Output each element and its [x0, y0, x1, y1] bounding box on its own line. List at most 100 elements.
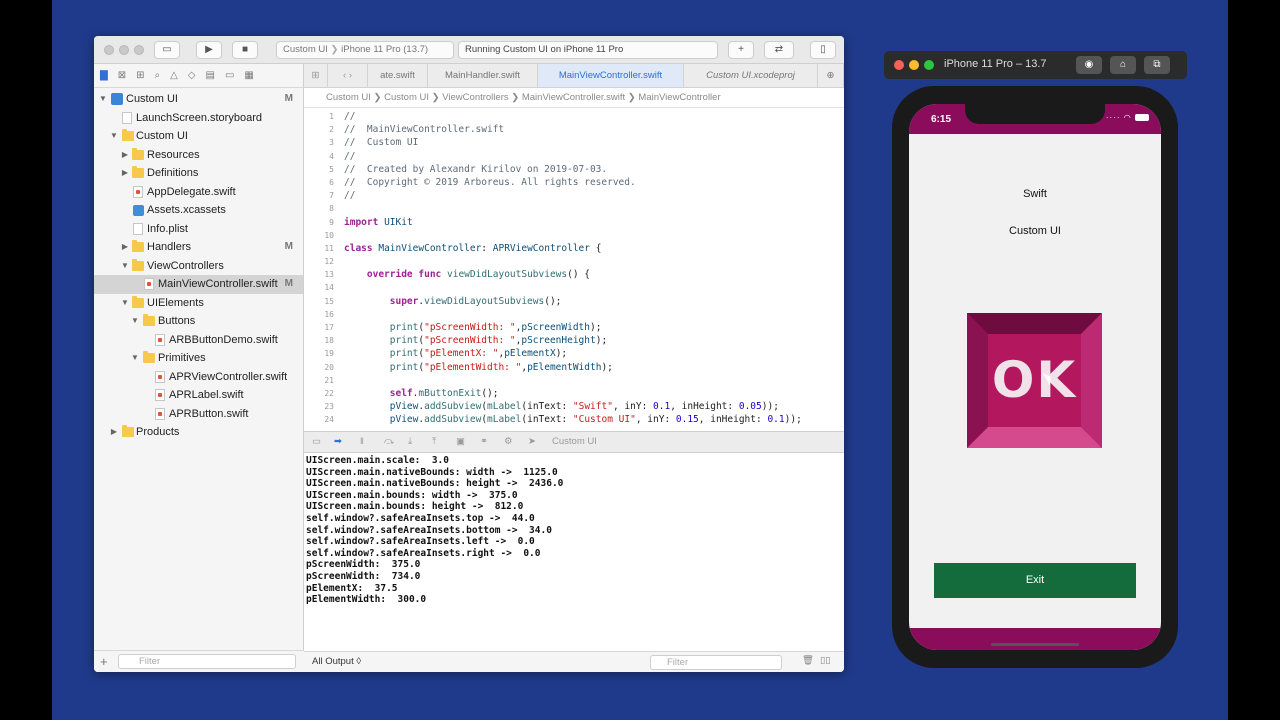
code-line[interactable]: 1 // [304, 110, 844, 123]
code-line[interactable]: 20 print("pElementWidth: ",pElementWidth… [304, 361, 844, 374]
code-line[interactable]: 2 // MainViewController.swift [304, 123, 844, 136]
code-line[interactable]: 4 // [304, 150, 844, 163]
editor-grid-icon[interactable]: ⊞ [304, 64, 328, 87]
disclosure-open-icon[interactable]: ▼ [109, 127, 119, 146]
tab-file-active[interactable]: MainViewController.swift [538, 64, 684, 87]
jumpbar-item[interactable]: MainViewController [638, 92, 720, 103]
toggle-navigator-button[interactable]: ▭ [154, 41, 180, 59]
environment-icon[interactable]: ⚙ [504, 432, 513, 452]
code-line[interactable]: 19 print("pElementX: ",pElementX); [304, 347, 844, 360]
tab-file[interactable]: MainHandler.swift [428, 64, 538, 87]
add-file-button[interactable]: + [100, 654, 108, 669]
tree-row-group[interactable]: ▼ Buttons [94, 312, 303, 331]
disclosure-closed-icon[interactable]: ▶ [120, 146, 130, 165]
stop-button[interactable]: ■ [232, 41, 258, 59]
code-line[interactable]: 6 // Copyright © 2019 Arboreus. All right… [304, 176, 844, 189]
disclosure-closed-icon[interactable]: ▶ [109, 423, 119, 442]
code-line[interactable]: 9 import UIKit [304, 216, 844, 229]
disclosure-closed-icon[interactable]: ▶ [120, 238, 130, 257]
jumpbar-item[interactable]: Custom UI [326, 92, 371, 103]
code-line[interactable]: 15 super.viewDidLayoutSubviews(); [304, 295, 844, 308]
code-line[interactable]: 16 [304, 308, 844, 321]
home-indicator[interactable] [991, 643, 1079, 646]
tree-row-file-selected[interactable]: MainViewController.swift M [94, 275, 303, 294]
tree-row-group[interactable]: ▼ Custom UI [94, 127, 303, 146]
code-line[interactable]: 17 print("pScreenWidth: ",pScreenWidth); [304, 321, 844, 334]
code-line[interactable]: 8 [304, 202, 844, 215]
add-editor-icon[interactable]: ⊕ [818, 64, 844, 87]
tree-row-group[interactable]: ▶ Definitions [94, 164, 303, 183]
tree-row-file[interactable]: APRButton.swift [94, 405, 303, 424]
code-line[interactable]: 3 // Custom UI [304, 136, 844, 149]
tree-row-file[interactable]: AppDelegate.swift [94, 183, 303, 202]
report-icon[interactable]: ▦ [244, 70, 253, 81]
jumpbar-item[interactable]: Custom UI [384, 92, 429, 103]
console-output[interactable]: UIScreen.main.scale: 3.0 UIScreen.main.na… [304, 453, 844, 651]
hide-debug-icon[interactable]: ▭ [312, 432, 321, 452]
code-line[interactable]: 18 print("pScreenWidth: ",pScreenHeight)… [304, 334, 844, 347]
tree-row-group[interactable]: ▶ Handlers M [94, 238, 303, 257]
code-line[interactable]: 5 // Created by Alexandr Kirilov on 2019-… [304, 163, 844, 176]
code-line[interactable]: 12 [304, 255, 844, 268]
search-icon[interactable]: ⌕ [154, 70, 160, 81]
code-review-button[interactable]: ⇄ [764, 41, 794, 59]
exit-button[interactable]: Exit [934, 563, 1136, 598]
code-line[interactable]: 13 override func viewDidLayoutSubviews()… [304, 268, 844, 281]
symbol-icon[interactable]: ⊞ [136, 70, 144, 81]
disclosure-open-icon[interactable]: ▼ [120, 257, 130, 276]
run-button[interactable]: ▶ [196, 41, 222, 59]
tab-file[interactable]: ate.swift [368, 64, 428, 87]
minimize-window-button[interactable] [119, 45, 129, 55]
zoom-window-button[interactable] [924, 60, 934, 70]
code-area[interactable]: 1 // 2 // MainViewController.swift 3 // Custo… [304, 108, 844, 427]
toggle-inspector-button[interactable]: ▯ [810, 41, 836, 59]
code-line[interactable]: 14 [304, 281, 844, 294]
view-debugger-icon[interactable]: ▣ [456, 432, 465, 452]
code-line[interactable]: 22 self.mButtonExit(); [304, 387, 844, 400]
disclosure-closed-icon[interactable]: ▶ [120, 164, 130, 183]
code-line[interactable]: 24 pView.addSubview(mLabel(inText: "Cust… [304, 413, 844, 426]
close-window-button[interactable] [104, 45, 114, 55]
memory-graph-icon[interactable]: ⚭ [480, 432, 488, 452]
pause-icon[interactable]: ‖ [360, 432, 364, 452]
warning-icon[interactable]: △ [170, 70, 178, 81]
code-line[interactable]: 10 [304, 229, 844, 242]
navigator-filter-input[interactable]: Filter [118, 654, 296, 669]
tree-row-group[interactable]: ▶ Resources [94, 146, 303, 165]
zoom-window-button[interactable] [134, 45, 144, 55]
step-over-icon[interactable]: ⤼ [384, 432, 394, 452]
code-line[interactable]: 23 pView.addSubview(mLabel(inText: "Swif… [304, 400, 844, 413]
screenshot-icon[interactable]: ◉ [1076, 56, 1102, 74]
breakpoint-icon[interactable]: ▭ [225, 70, 234, 81]
disclosure-open-icon[interactable]: ▼ [98, 90, 108, 109]
code-line[interactable]: 7 // [304, 189, 844, 202]
split-view-icon[interactable]: ▯▯ [820, 655, 830, 666]
step-out-icon[interactable]: ⤒ [432, 432, 436, 452]
tab-file[interactable]: Custom UI.xcodeproj [684, 64, 818, 87]
jumpbar-item[interactable]: MainViewController.swift [522, 92, 625, 103]
disclosure-open-icon[interactable]: ▼ [130, 349, 140, 368]
step-in-icon[interactable]: ⤓ [408, 432, 412, 452]
code-line[interactable]: 11 class MainViewController: APRViewContr… [304, 242, 844, 255]
test-icon[interactable]: ◇ [188, 70, 196, 81]
tree-row-group[interactable]: ▶ Products [94, 423, 303, 442]
console-filter-input[interactable]: Filter [650, 655, 782, 670]
location-icon[interactable]: ➤ [528, 432, 536, 452]
tree-row-file[interactable]: ARBButtonDemo.swift [94, 331, 303, 350]
output-selector[interactable]: All Output ◊ [312, 656, 361, 667]
tree-row-file[interactable]: APRViewController.swift [94, 368, 303, 387]
disclosure-open-icon[interactable]: ▼ [130, 312, 140, 331]
code-line[interactable]: 21 [304, 374, 844, 387]
tree-row-file[interactable]: LaunchScreen.storyboard [94, 109, 303, 128]
debug-icon[interactable]: ▤ [206, 70, 215, 81]
trash-icon[interactable]: 🗑 [802, 655, 814, 666]
tree-row-file[interactable]: Info.plist [94, 220, 303, 239]
disclosure-open-icon[interactable]: ▼ [120, 294, 130, 313]
minimize-window-button[interactable] [909, 60, 919, 70]
folder-icon[interactable]: ▇ [100, 70, 108, 81]
nav-back-forward[interactable]: ‹ › [328, 64, 368, 87]
tree-row-group[interactable]: ▼ ViewControllers [94, 257, 303, 276]
tree-row-project[interactable]: ▼ Custom UI M [94, 90, 303, 109]
rotate-icon[interactable]: ⧉ [1144, 56, 1170, 74]
ok-button[interactable]: OK [967, 313, 1102, 448]
